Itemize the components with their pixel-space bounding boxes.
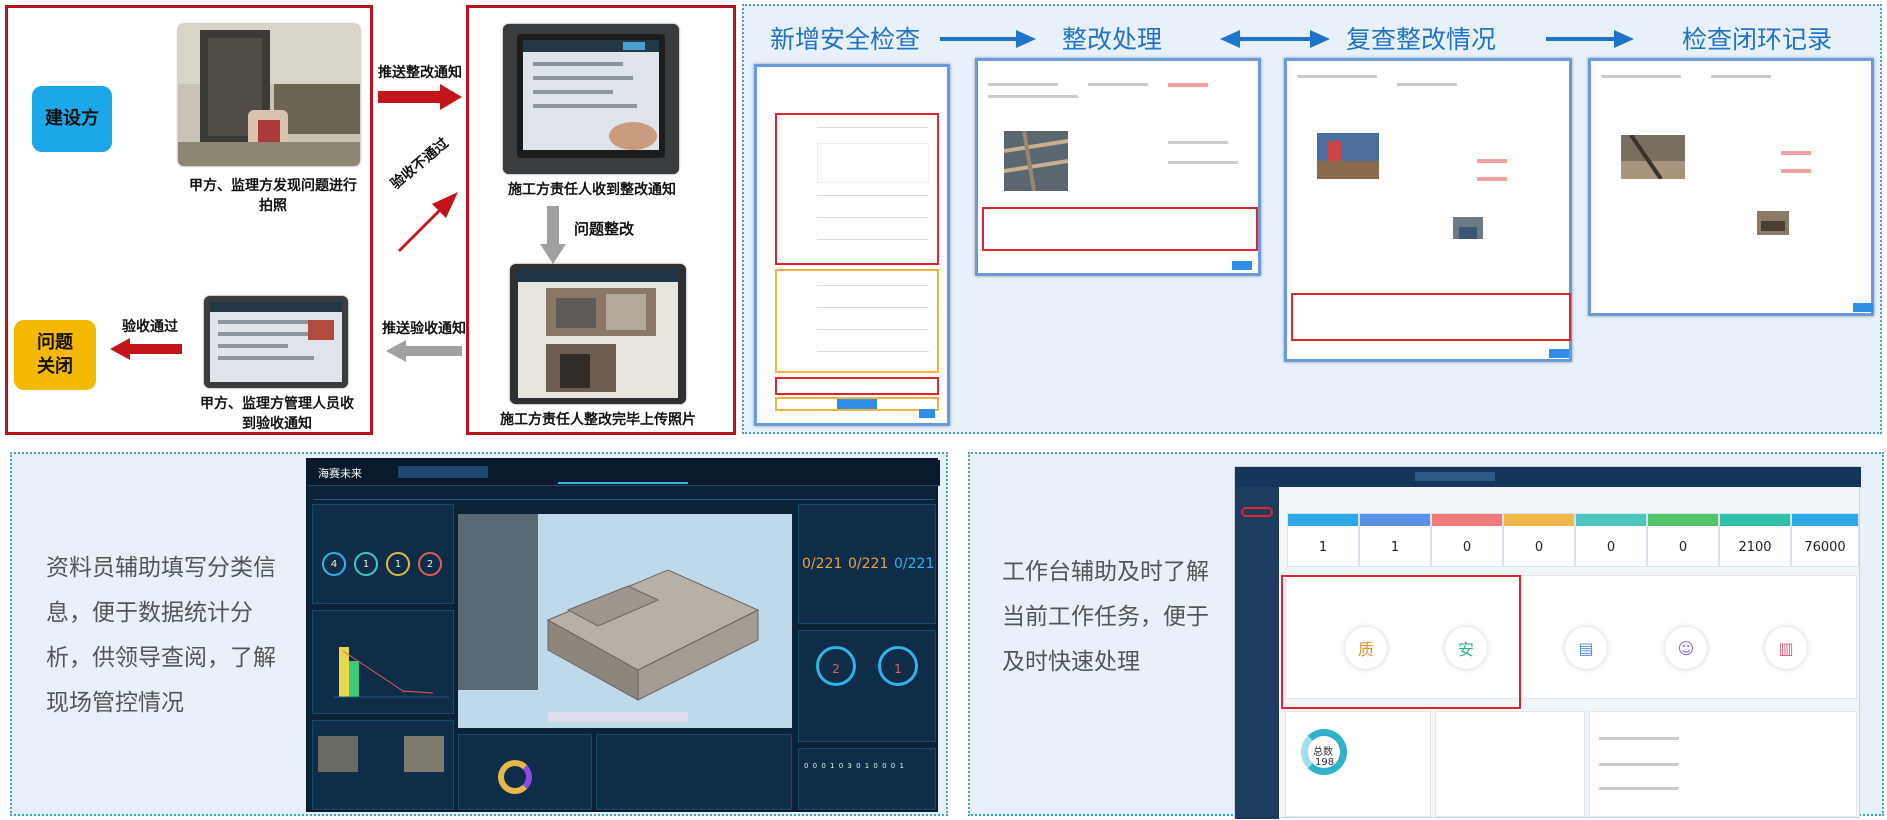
stage-add-check: 新增安全检查: [770, 25, 921, 54]
photo-site: [178, 24, 360, 166]
task-person-icon[interactable]: ☺: [1665, 627, 1707, 669]
tablet-notice-image: [503, 24, 679, 174]
arrow-push-accept: [386, 340, 462, 362]
kpi-1: 4: [322, 552, 346, 576]
arrow-label-pass: 验收通过: [122, 319, 178, 335]
site-photo-image: [178, 24, 360, 166]
caption-upload: 施工方责任人整改完毕上传照片: [500, 412, 696, 428]
kpi-3: 1: [386, 552, 410, 576]
caption-receive-notice: 施工方责任人收到整改通知: [508, 182, 676, 198]
count-b: 0/221: [848, 556, 889, 572]
dashboard-screen: 海赛未来 4 1 1 2 0/221 0/221 0/221 2 1 0 0 0…: [306, 458, 940, 812]
arrow-pass: [110, 338, 182, 360]
stage-recheck: 复查整改情况: [1346, 25, 1497, 54]
kpi-2: 1: [354, 552, 378, 576]
stat-8: 76000: [1804, 540, 1846, 555]
stat-3: 0: [1462, 540, 1472, 555]
photo-upload: [510, 264, 686, 404]
panel-add-check: [754, 64, 950, 426]
digits-row: 0 0 0 1 0 3 0 1 0 0 0 1: [804, 762, 905, 770]
arrow-not-pass: [398, 192, 458, 252]
people-label: 总数: [1313, 747, 1333, 758]
stage-rectify: 整改处理: [1062, 25, 1163, 54]
stat-5: 0: [1606, 540, 1616, 555]
workbench-screen: 1 1 0 0 0 0 2100 76000 质 安 ▤ ☺ ▥ 总数 198: [1234, 466, 1861, 819]
arrow-label-push-accept: 推送验收通知: [382, 321, 466, 337]
stat-1: 1: [1318, 540, 1328, 555]
arrow-rectify: [540, 206, 566, 264]
panel-closed-record: [1588, 58, 1874, 316]
stat-7: 2100: [1738, 540, 1772, 555]
closed-label: 问题 关闭: [37, 332, 73, 377]
panel-rectify: [975, 58, 1261, 276]
task-safety-icon[interactable]: 安: [1445, 627, 1487, 669]
closed-badge: 问题 关闭: [14, 320, 96, 390]
accept-notice-image: [204, 296, 348, 388]
panel-recheck: [1284, 58, 1572, 362]
stat-6: 0: [1678, 540, 1688, 555]
arrow-label-push-rectify: 推送整改通知: [378, 65, 462, 81]
builder-badge: 建设方: [32, 86, 112, 152]
dashboard-bar-chart: [333, 647, 449, 698]
ring-b: 1: [878, 646, 918, 686]
arrow-push-rectify: [378, 84, 462, 110]
arrow-stage-2: [1220, 30, 1330, 48]
count-a: 0/221: [802, 556, 843, 572]
caption-accept-notice: 甲方、监理方管理人员收到验收通知: [200, 396, 354, 432]
kpi-4: 2: [418, 552, 442, 576]
bottom-right-text: 工作台辅助及时了解当前工作任务，便于及时快速处理: [1002, 559, 1209, 675]
upload-photo-image: [510, 264, 686, 404]
caption-find: 甲方、监理方发现问题进行拍照: [189, 178, 357, 214]
stat-4: 0: [1534, 540, 1544, 555]
building-model: [546, 569, 760, 701]
photo-accept-notice: [204, 296, 348, 388]
arrow-stage-1: [940, 30, 1036, 48]
count-c: 0/221: [894, 556, 935, 572]
builder-label: 建设方: [45, 108, 99, 129]
bottom-left-text: 资料员辅助填写分类信息，便于数据统计分析，供领导查阅，了解现场管控情况: [46, 555, 276, 716]
task-book-icon[interactable]: ▥: [1765, 627, 1807, 669]
people-count: 198: [1315, 757, 1335, 768]
arrow-stage-3: [1546, 30, 1634, 48]
arrow-label-rectify: 问题整改: [574, 220, 635, 238]
stat-2: 1: [1390, 540, 1400, 555]
task-document-icon[interactable]: ▤: [1565, 627, 1607, 669]
photo-tablet-notice: [503, 24, 679, 174]
dashboard-logo: 海赛未来: [318, 467, 362, 480]
ring-a: 2: [816, 646, 856, 686]
task-quality-icon[interactable]: 质: [1345, 627, 1387, 669]
stage-closed-record: 检查闭环记录: [1682, 25, 1833, 54]
